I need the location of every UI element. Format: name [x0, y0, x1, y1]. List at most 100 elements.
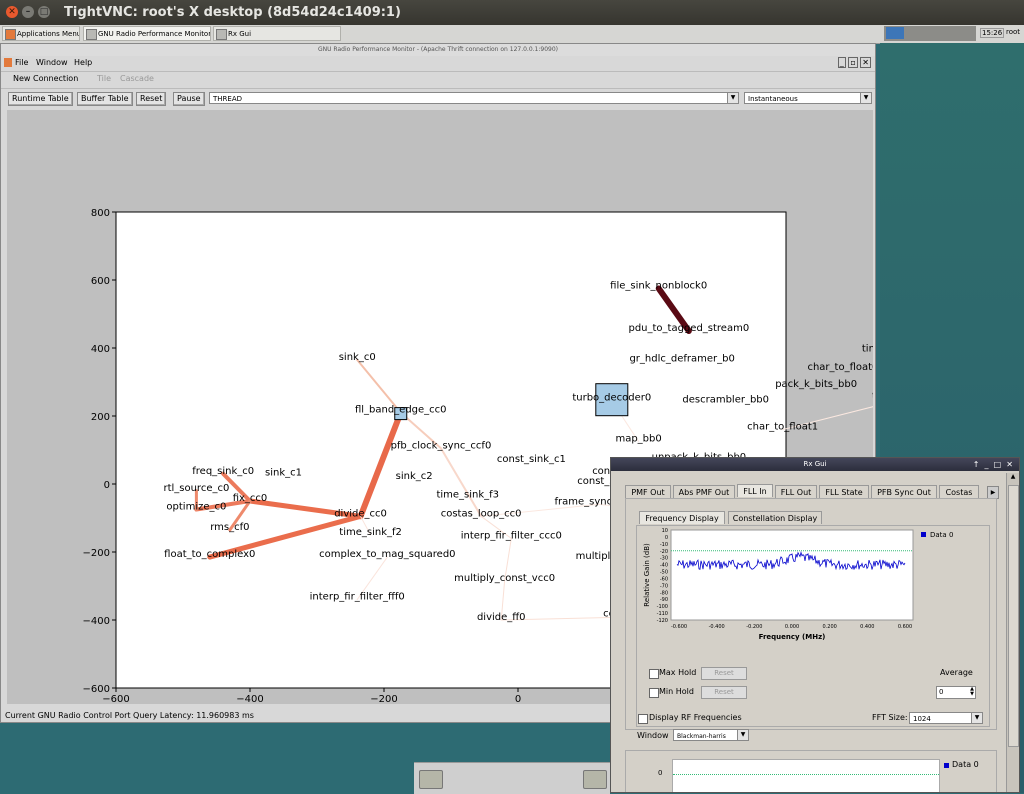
tab-fll-state[interactable]: FLL State: [819, 485, 869, 498]
folder-icon[interactable]: [583, 770, 607, 789]
mode-select-value: Instantaneous: [748, 95, 798, 103]
applications-menu-button[interactable]: Applications Menu: [2, 26, 80, 41]
minimize-icon[interactable]: –: [22, 6, 34, 18]
y-tick-label: 800: [91, 208, 110, 219]
app-icon: [86, 29, 97, 40]
node-label: time_sink_f2: [339, 527, 402, 538]
task-perf-monitor[interactable]: GNU Radio Performance Monitor...: [83, 26, 211, 41]
window-value: Blackman-harris: [677, 733, 726, 740]
display-rf-checkbox[interactable]: [638, 714, 648, 724]
fft-y-tick: 10: [662, 528, 668, 534]
node-label: time_sink_f0: [862, 343, 873, 354]
maximize-icon[interactable]: □: [38, 6, 50, 18]
y-tick-label: −600: [83, 684, 110, 695]
tab-fll-in[interactable]: FLL In: [737, 484, 773, 497]
applications-menu-label: Applications Menu: [17, 30, 80, 38]
fft-y-tick: -100: [657, 604, 668, 610]
tab-frequency-display[interactable]: Frequency Display: [639, 511, 725, 524]
node-label: fll_band_edge_cc0: [355, 405, 447, 416]
node-label: pack_k_bits_bb0: [775, 379, 857, 390]
new-connection-button[interactable]: New Connection: [13, 74, 78, 83]
menu-file[interactable]: File: [15, 58, 28, 67]
window-controls: ↑ _ □ ✕: [972, 460, 1013, 469]
tab-abs-pmf-out[interactable]: Abs PMF Out: [673, 485, 735, 498]
fft-x-tick: -0.200: [746, 624, 762, 630]
average-spinbox[interactable]: 0 ▲ ▼: [936, 686, 976, 699]
node-label: fix_cc0: [233, 493, 268, 504]
tile-button[interactable]: Tile: [97, 74, 111, 83]
menu-help[interactable]: Help: [74, 58, 92, 67]
task-rx-gui[interactable]: Rx Gui: [213, 26, 341, 41]
buffer-table-button[interactable]: Buffer Table: [77, 92, 133, 106]
fft-y-tick: 0: [665, 535, 668, 541]
tab-costas[interactable]: Costas: [939, 485, 979, 498]
fft-size-select[interactable]: 1024 ▼: [909, 712, 983, 724]
second-legend-label: Data 0: [952, 760, 979, 769]
tab-constellation-display[interactable]: Constellation Display: [728, 511, 822, 524]
min-hold-reset-button[interactable]: Reset: [701, 686, 747, 699]
max-hold-reset-button[interactable]: Reset: [701, 667, 747, 680]
node-label: divide_ff0: [477, 612, 526, 623]
node-label: map_bb0: [615, 434, 661, 445]
display-rf-label: Display RF Frequencies: [649, 713, 742, 722]
node-label: rms_cf0: [210, 522, 249, 533]
node-label: turbo_decoder0: [572, 393, 651, 404]
second-plot-tick: 0: [658, 769, 663, 777]
rx-scrollbar[interactable]: ▲: [1006, 473, 1019, 792]
node-label: divide_cc0: [334, 508, 387, 519]
node-label: interp_fir_filter_ccc0: [461, 530, 562, 541]
window-label: Window: [637, 731, 669, 740]
fft-size-label: FFT Size:: [872, 713, 908, 722]
workspace-switcher[interactable]: [884, 26, 976, 41]
min-hold-checkbox[interactable]: [649, 688, 659, 698]
runtime-table-button[interactable]: Runtime Table: [8, 92, 73, 106]
node-label: time_sink_f1: [872, 391, 873, 402]
x-tick-label: 0: [515, 694, 521, 704]
x-tick-label: −200: [370, 694, 397, 704]
pause-button[interactable]: Pause: [173, 92, 205, 106]
fft-x-tick: 0.200: [823, 624, 837, 630]
fft-y-tick: -10: [660, 542, 668, 548]
fft-size-value: 1024: [913, 715, 931, 723]
clock: 15:26: [980, 28, 1005, 38]
y-tick-label: −200: [83, 548, 110, 559]
spin-arrows-icon: ▲ ▼: [970, 686, 974, 697]
fft-x-tick: 0.400: [860, 624, 874, 630]
chevron-down-icon: ▼: [737, 730, 748, 740]
fft-x-label: Frequency (MHz): [759, 633, 826, 641]
tab-pmf-out[interactable]: PMF Out: [625, 485, 671, 498]
y-tick-label: 400: [91, 344, 110, 355]
legend-swatch-icon: [944, 763, 949, 768]
fft-x-tick: -0.600: [671, 624, 687, 630]
app-icon: [4, 58, 12, 67]
app-icon: [216, 29, 227, 40]
chevron-down-icon: ▼: [860, 93, 871, 103]
tab-fll-out[interactable]: FLL Out: [775, 485, 817, 498]
fft-x-tick: 0.000: [785, 624, 799, 630]
fft-plot-area: [670, 529, 914, 621]
scroll-thumb[interactable]: [1008, 485, 1019, 747]
app-menu-icon: [5, 29, 16, 40]
control-bar: Runtime Table Buffer Table Reset Pause T…: [1, 89, 875, 109]
scroll-up-icon[interactable]: ▲: [1007, 473, 1019, 480]
folder-icon[interactable]: [419, 770, 443, 789]
node-label: costas_loop_cc0: [441, 508, 522, 519]
fft-y-tick: -50: [660, 570, 668, 576]
max-hold-checkbox[interactable]: [649, 669, 659, 679]
fft-y-tick: -80: [660, 590, 668, 596]
menu-window[interactable]: Window: [36, 58, 68, 67]
tab-pfb-sync-out[interactable]: PFB Sync Out: [871, 485, 937, 498]
rx-title-text: Rx Gui: [803, 460, 827, 468]
fft-y-tick: -20: [660, 549, 668, 555]
window-select[interactable]: Blackman-harris ▼: [673, 729, 749, 741]
status-text: Current GNU Radio Control Port Query Lat…: [5, 711, 254, 720]
reset-button[interactable]: Reset: [136, 92, 167, 106]
node-label: const_sink_c1: [497, 454, 566, 465]
second-plot-area: [672, 759, 940, 792]
mode-select[interactable]: Instantaneous ▼: [744, 92, 872, 104]
thread-select[interactable]: THREAD ▼: [209, 92, 739, 104]
node-label: sink_c2: [396, 471, 433, 482]
fft-x-tick: 0.600: [898, 624, 912, 630]
cascade-button[interactable]: Cascade: [120, 74, 154, 83]
close-icon[interactable]: ✕: [6, 6, 18, 18]
